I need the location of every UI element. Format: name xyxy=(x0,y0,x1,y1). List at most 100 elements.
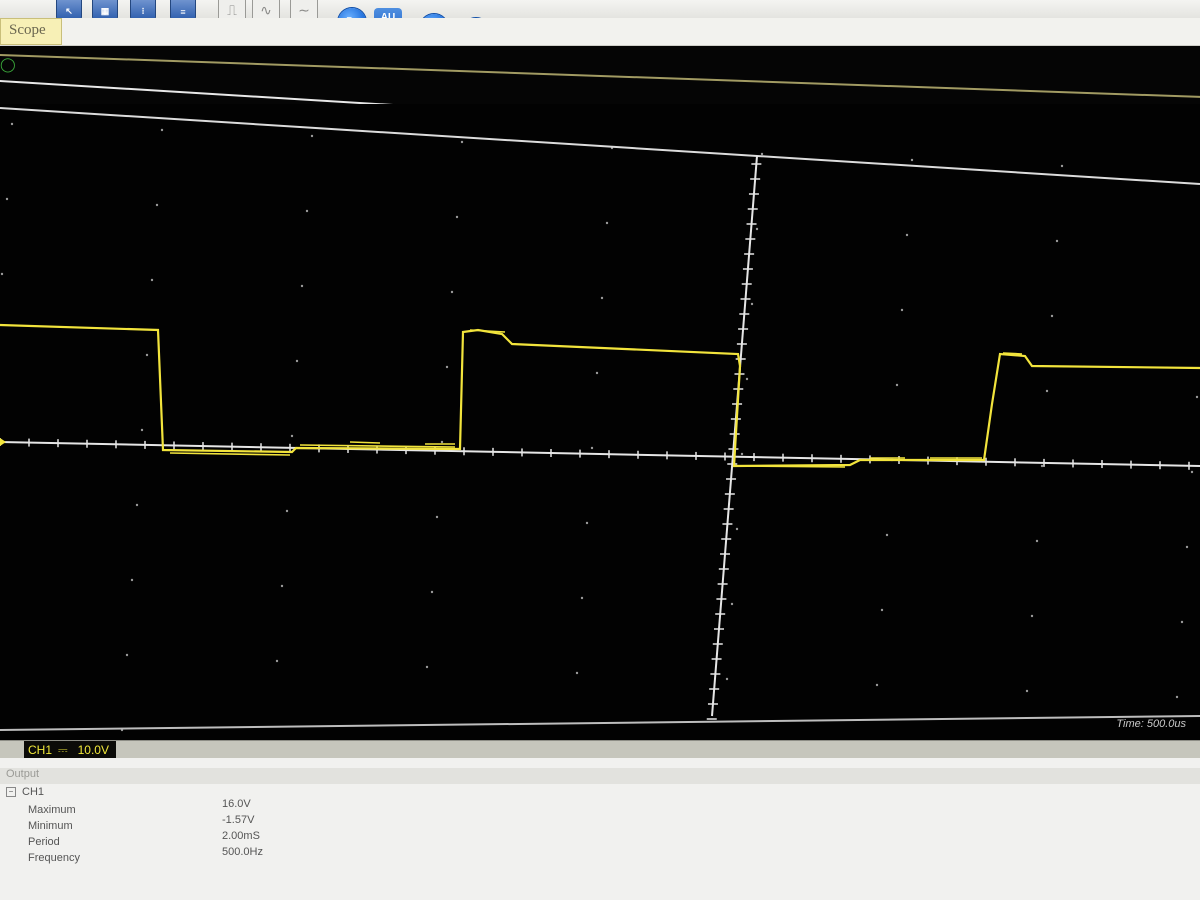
grid-dot xyxy=(0,272,4,276)
scope-tab[interactable]: Scope xyxy=(0,18,62,45)
ch1-name: CH1 xyxy=(28,743,53,757)
grid-dot xyxy=(585,521,589,525)
grid-dot xyxy=(440,440,444,444)
grid-dot xyxy=(1030,614,1034,618)
grid-dot xyxy=(125,653,129,657)
grid-dot xyxy=(750,302,754,306)
grid-dot xyxy=(910,158,914,162)
grid-dot xyxy=(155,203,159,207)
grid-dot xyxy=(730,602,734,606)
grid-dot xyxy=(285,509,289,513)
grid-dots xyxy=(0,122,1199,732)
measure-icon: ⁝ xyxy=(141,6,145,16)
grid-dot xyxy=(1195,395,1199,399)
grid-dot xyxy=(745,377,749,381)
grid-dot xyxy=(590,446,594,450)
maximum-value: 16.0V xyxy=(222,798,251,810)
grid-dot xyxy=(460,140,464,144)
maximum-label: Maximum xyxy=(28,804,76,816)
grid-bottom-edge xyxy=(0,715,1200,731)
measure-button[interactable]: ⁝ xyxy=(130,0,156,20)
frequency-value: 500.0Hz xyxy=(222,846,263,858)
grid-dot xyxy=(455,215,459,219)
grid-dot xyxy=(150,278,154,282)
power-icon: ◯ xyxy=(0,56,16,72)
horizontal-axis xyxy=(0,441,1200,467)
ground-marker-icon xyxy=(0,438,6,446)
grid-dot xyxy=(905,233,909,237)
grid-dot xyxy=(755,227,759,231)
ch1-setting[interactable]: CH1 ⎓ 10.0V xyxy=(24,741,116,759)
grid-dot xyxy=(295,359,299,363)
scope-top-strip: ◯ xyxy=(0,46,1200,156)
grid-dot xyxy=(1190,470,1194,474)
period-label: Period xyxy=(28,836,60,848)
grid-dot xyxy=(10,122,14,126)
grid-dot xyxy=(1050,314,1054,318)
output-header: Output xyxy=(0,768,1200,784)
grid-button[interactable]: ▦ xyxy=(92,0,118,20)
grid-dot xyxy=(600,296,604,300)
grid-dot xyxy=(435,515,439,519)
scope-display xyxy=(0,107,1200,732)
grid-dot xyxy=(580,596,584,600)
grid-dot xyxy=(1180,620,1184,624)
grid-dot xyxy=(280,584,284,588)
grid-dot xyxy=(140,428,144,432)
output-ch1-node[interactable]: − CH1 xyxy=(6,786,44,798)
grid-dot xyxy=(875,683,879,687)
grid-dot xyxy=(5,197,9,201)
collapse-icon[interactable]: − xyxy=(6,787,16,797)
grid-dot xyxy=(290,434,294,438)
grid-dot xyxy=(300,284,304,288)
grid-dot xyxy=(310,134,314,138)
list-button[interactable]: ≡ xyxy=(170,0,196,20)
grid-dot xyxy=(880,608,884,612)
grid-dot xyxy=(450,290,454,294)
output-ch1-label: CH1 xyxy=(22,786,45,798)
grid-dot xyxy=(725,677,729,681)
grid-dot xyxy=(575,671,579,675)
grid-dot xyxy=(760,152,764,156)
grid-dot xyxy=(1055,239,1059,243)
grid-dot xyxy=(425,665,429,669)
grid-dot xyxy=(885,533,889,537)
grid-dot xyxy=(1035,539,1039,543)
channel-bar: CH1 ⎓ 10.0V xyxy=(0,740,1200,759)
grid-dot xyxy=(1040,464,1044,468)
grid-dot xyxy=(1025,689,1029,693)
grid-icon: ▦ xyxy=(100,6,110,16)
frequency-label: Frequency xyxy=(28,852,80,864)
grid-dot xyxy=(895,383,899,387)
grid-dot xyxy=(1045,389,1049,393)
grid-dot xyxy=(445,365,449,369)
cursor-icon: ↖ xyxy=(65,6,73,16)
minimum-value: -1.57V xyxy=(222,814,255,826)
scope-screen[interactable]: Time: 500.0us xyxy=(0,104,1200,740)
grid-dot xyxy=(1175,695,1179,699)
grid-dot xyxy=(740,452,744,456)
vertical-axis xyxy=(711,155,758,717)
grid-dot xyxy=(275,659,279,663)
square-wave-icon: ⎍ xyxy=(227,2,237,18)
grid-top-edge xyxy=(0,107,1200,185)
axis-ticks xyxy=(0,163,1190,720)
grid-dot xyxy=(305,209,309,213)
grid-dot xyxy=(135,503,139,507)
ch1-noise xyxy=(169,329,1023,468)
grid-dot xyxy=(430,590,434,594)
list-icon: ≡ xyxy=(180,7,186,17)
sine-wave-icon: ∼ xyxy=(298,2,310,18)
grid-dot xyxy=(605,221,609,225)
scope-tab-label: Scope xyxy=(9,22,46,38)
minimum-label: Minimum xyxy=(28,820,73,832)
grid-dot xyxy=(130,578,134,582)
timebase-readout: Time: 500.0us xyxy=(1116,718,1186,730)
grid-dot xyxy=(160,128,164,132)
dc-coupling-icon: ⎓ xyxy=(58,742,68,757)
grid-dot xyxy=(1185,545,1189,549)
grid-dot xyxy=(1060,164,1064,168)
grid-dot xyxy=(595,371,599,375)
cursor-tool-button[interactable]: ↖ xyxy=(56,0,82,20)
grid-dot xyxy=(900,308,904,312)
